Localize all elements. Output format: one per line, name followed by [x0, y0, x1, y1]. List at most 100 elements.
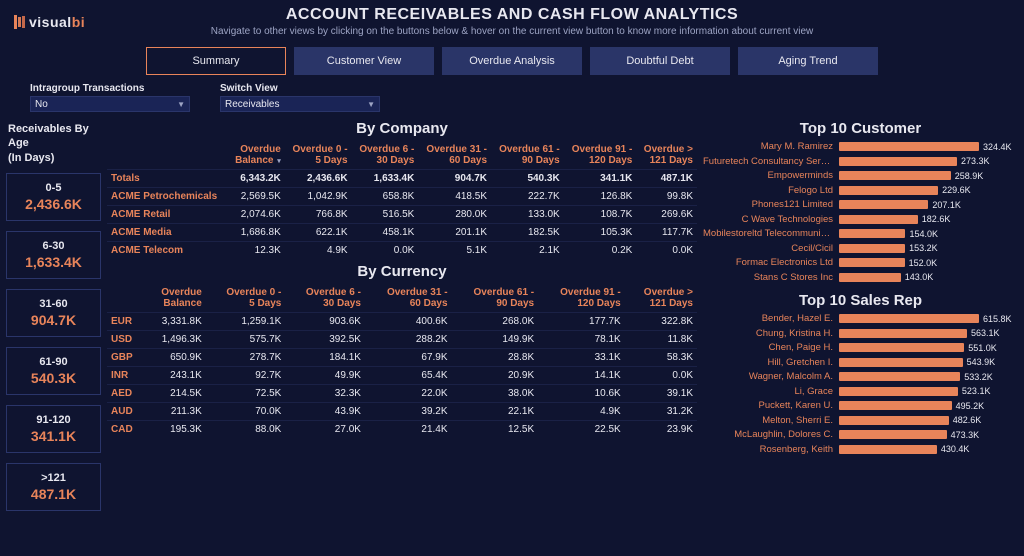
chevron-down-icon: ▼: [367, 100, 375, 109]
table-row[interactable]: ACME Telecom12.3K4.9K0.0K5.1K2.1K0.2K0.0…: [107, 242, 697, 260]
bar-fill: [839, 445, 937, 454]
cell: 2,074.6K: [228, 206, 285, 224]
bar-fill: [839, 171, 951, 180]
table-row[interactable]: GBP650.9K278.7K184.1K67.9K28.8K33.1K58.3…: [107, 349, 697, 367]
bar-row[interactable]: Mary M. Ramirez324.4K: [703, 141, 1018, 152]
bar-label: Rosenberg, Keith: [703, 444, 833, 455]
cell: 58.3K: [625, 349, 697, 367]
bar-row[interactable]: Phones121 Limited207.1K: [703, 199, 1018, 210]
table-row[interactable]: ACME Petrochemicals2,569.5K1,042.9K658.8…: [107, 188, 697, 206]
bar-row[interactable]: Formac Electronics Ltd152.0K: [703, 257, 1018, 268]
tab-aging-trend[interactable]: Aging Trend: [738, 47, 878, 75]
col-header[interactable]: Overdue >121 Days: [636, 141, 697, 170]
table-row[interactable]: USD1,496.3K575.7K392.5K288.2K149.9K78.1K…: [107, 331, 697, 349]
age-bucket[interactable]: 0-52,436.6K: [6, 173, 101, 221]
bar-row[interactable]: Wagner, Malcolm A.533.2K: [703, 371, 1018, 382]
col-header[interactable]: Overdue 61 -90 Days: [452, 284, 539, 313]
table-row[interactable]: ACME Media1,686.8K622.1K458.1K201.1K182.…: [107, 224, 697, 242]
cell: 31.2K: [625, 403, 697, 421]
cell: 2,436.6K: [285, 170, 352, 188]
bar-fill: [839, 215, 918, 224]
bar-fill: [839, 157, 957, 166]
cell: 1,496.3K: [144, 331, 205, 349]
bar-row[interactable]: Futuretech Consultancy Services273.3K: [703, 156, 1018, 167]
col-header[interactable]: Overdue >121 Days: [625, 284, 697, 313]
table-row[interactable]: Totals6,343.2K2,436.6K1,633.4K904.7K540.…: [107, 170, 697, 188]
by-company-table: OverdueBalance ▾Overdue 0 -5 DaysOverdue…: [107, 141, 697, 259]
cell: 108.7K: [564, 206, 637, 224]
col-header[interactable]: Overdue 0 -5 Days: [285, 141, 352, 170]
cell: 766.8K: [285, 206, 352, 224]
bar-row[interactable]: Bender, Hazel E.615.8K: [703, 313, 1018, 324]
age-bucket[interactable]: 6-301,633.4K: [6, 231, 101, 279]
table-row[interactable]: EUR3,331.8K1,259.1K903.6K400.6K268.0K177…: [107, 313, 697, 331]
bar-fill: [839, 372, 960, 381]
bar-label: Li, Grace: [703, 386, 833, 397]
col-header[interactable]: Overdue 0 -5 Days: [206, 284, 286, 313]
filter-switch-select[interactable]: Receivables ▼: [220, 96, 380, 112]
tab-summary[interactable]: Summary: [146, 47, 286, 75]
row-label: ACME Petrochemicals: [107, 188, 228, 206]
bar-row[interactable]: Empowerminds258.9K: [703, 170, 1018, 181]
bar-row[interactable]: Cecil/Cicil153.2K: [703, 243, 1018, 254]
col-header[interactable]: Overdue 6 -30 Days: [352, 141, 419, 170]
bar-row[interactable]: Melton, Sherri E.482.6K: [703, 415, 1018, 426]
bar-row[interactable]: Chen, Paige H.551.0K: [703, 342, 1018, 353]
cell: 12.5K: [452, 421, 539, 439]
table-row[interactable]: ACME Retail2,074.6K766.8K516.5K280.0K133…: [107, 206, 697, 224]
col-header[interactable]: Overdue 6 -30 Days: [285, 284, 365, 313]
cell: 38.0K: [452, 385, 539, 403]
filter-intragroup-select[interactable]: No ▼: [30, 96, 190, 112]
bar-row[interactable]: Chung, Kristina H.563.1K: [703, 328, 1018, 339]
table-row[interactable]: AED214.5K72.5K32.3K22.0K38.0K10.6K39.1K: [107, 385, 697, 403]
by-currency-title: By Currency: [107, 263, 697, 280]
table-row[interactable]: INR243.1K92.7K49.9K65.4K20.9K14.1K0.0K: [107, 367, 697, 385]
table-row[interactable]: CAD195.3K88.0K27.0K21.4K12.5K22.5K23.9K: [107, 421, 697, 439]
cell: 117.7K: [636, 224, 697, 242]
col-header[interactable]: Overdue 91 -120 Days: [564, 141, 637, 170]
row-label: AED: [107, 385, 144, 403]
cell: 195.3K: [144, 421, 205, 439]
bar-label: Hill, Gretchen I.: [703, 357, 833, 368]
bar-row[interactable]: Puckett, Karen U.495.2K: [703, 400, 1018, 411]
cell: 22.0K: [365, 385, 452, 403]
cell: 2.1K: [491, 242, 564, 260]
tab-customer-view[interactable]: Customer View: [294, 47, 434, 75]
col-header[interactable]: OverdueBalance ▾: [228, 141, 285, 170]
bar-fill: [839, 186, 938, 195]
age-bucket[interactable]: 61-90540.3K: [6, 347, 101, 395]
col-header[interactable]: Overdue 31 -60 Days: [365, 284, 452, 313]
bar-row[interactable]: C Wave Technologies182.6K: [703, 214, 1018, 225]
bar-row[interactable]: Rosenberg, Keith430.4K: [703, 444, 1018, 455]
col-header[interactable]: Overdue 31 -60 Days: [418, 141, 491, 170]
age-bucket[interactable]: 31-60904.7K: [6, 289, 101, 337]
col-header[interactable]: Overdue 91 -120 Days: [538, 284, 625, 313]
bar-row[interactable]: Li, Grace523.1K: [703, 386, 1018, 397]
cell: 92.7K: [206, 367, 286, 385]
col-header[interactable]: Overdue 61 -90 Days: [491, 141, 564, 170]
top-salesrep-panel: Top 10 Sales Rep Bender, Hazel E.615.8KC…: [703, 292, 1018, 458]
row-label: ACME Retail: [107, 206, 228, 224]
bar-row[interactable]: McLaughlin, Dolores C.473.3K: [703, 429, 1018, 440]
cell: 418.5K: [418, 188, 491, 206]
age-bucket[interactable]: >121487.1K: [6, 463, 101, 511]
bar-value: 182.6K: [922, 214, 951, 224]
bar-row[interactable]: Mobilestoreltd Telecommunication154.0K: [703, 228, 1018, 239]
tab-doubtful-debt[interactable]: Doubtful Debt: [590, 47, 730, 75]
cell: 21.4K: [365, 421, 452, 439]
bar-label: Empowerminds: [703, 170, 833, 181]
cell: 133.0K: [491, 206, 564, 224]
bar-label: Chen, Paige H.: [703, 342, 833, 353]
cell: 658.8K: [352, 188, 419, 206]
receivables-by-age-panel: Receivables By Age (In Days) 0-52,436.6K…: [6, 120, 101, 521]
tab-overdue-analysis[interactable]: Overdue Analysis: [442, 47, 582, 75]
cell: 2,569.5K: [228, 188, 285, 206]
bar-row[interactable]: Hill, Gretchen I.543.9K: [703, 357, 1018, 368]
cell: 650.9K: [144, 349, 205, 367]
bar-value: 495.2K: [956, 401, 985, 411]
table-row[interactable]: AUD211.3K70.0K43.9K39.2K22.1K4.9K31.2K: [107, 403, 697, 421]
age-bucket[interactable]: 91-120341.1K: [6, 405, 101, 453]
bar-row[interactable]: Felogo Ltd229.6K: [703, 185, 1018, 196]
col-header[interactable]: OverdueBalance: [144, 284, 205, 313]
bar-row[interactable]: Stans C Stores Inc143.0K: [703, 272, 1018, 283]
